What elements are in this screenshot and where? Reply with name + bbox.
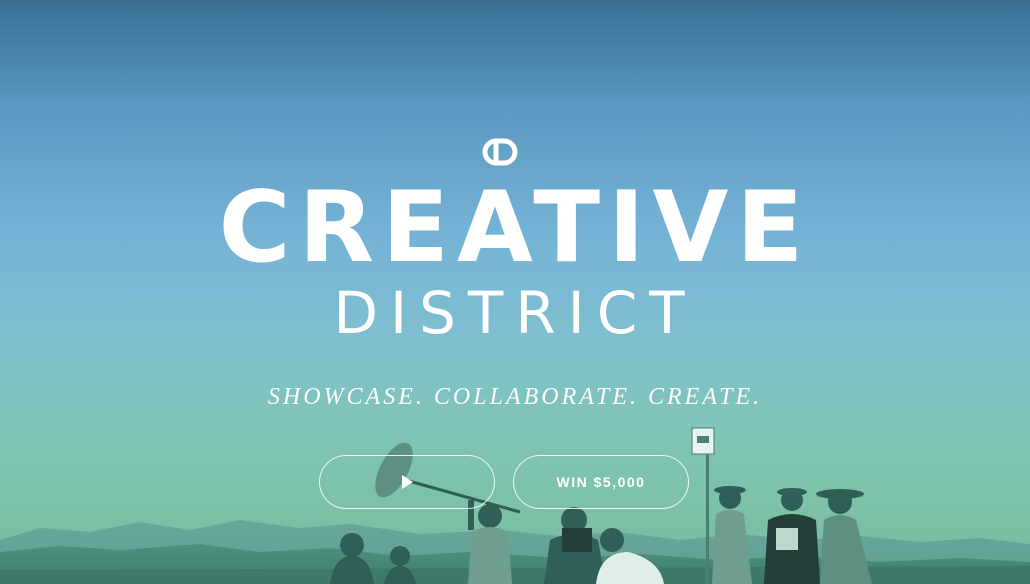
cd-monogram-icon bbox=[482, 138, 518, 166]
win-prize-button[interactable]: WIN $5,000 bbox=[513, 455, 689, 509]
hero-section: CREATIVE DISTRICT SHOWCASE. COLLABORATE.… bbox=[0, 0, 1030, 584]
win-prize-label: WIN $5,000 bbox=[556, 474, 646, 490]
tagline: SHOWCASE. COLLABORATE. CREATE. bbox=[267, 384, 763, 410]
site-title: CREATIVE bbox=[218, 171, 812, 285]
site-subtitle: DISTRICT bbox=[333, 279, 697, 347]
play-icon bbox=[401, 475, 413, 489]
play-video-button[interactable] bbox=[319, 455, 495, 509]
sign-pole bbox=[706, 452, 709, 584]
